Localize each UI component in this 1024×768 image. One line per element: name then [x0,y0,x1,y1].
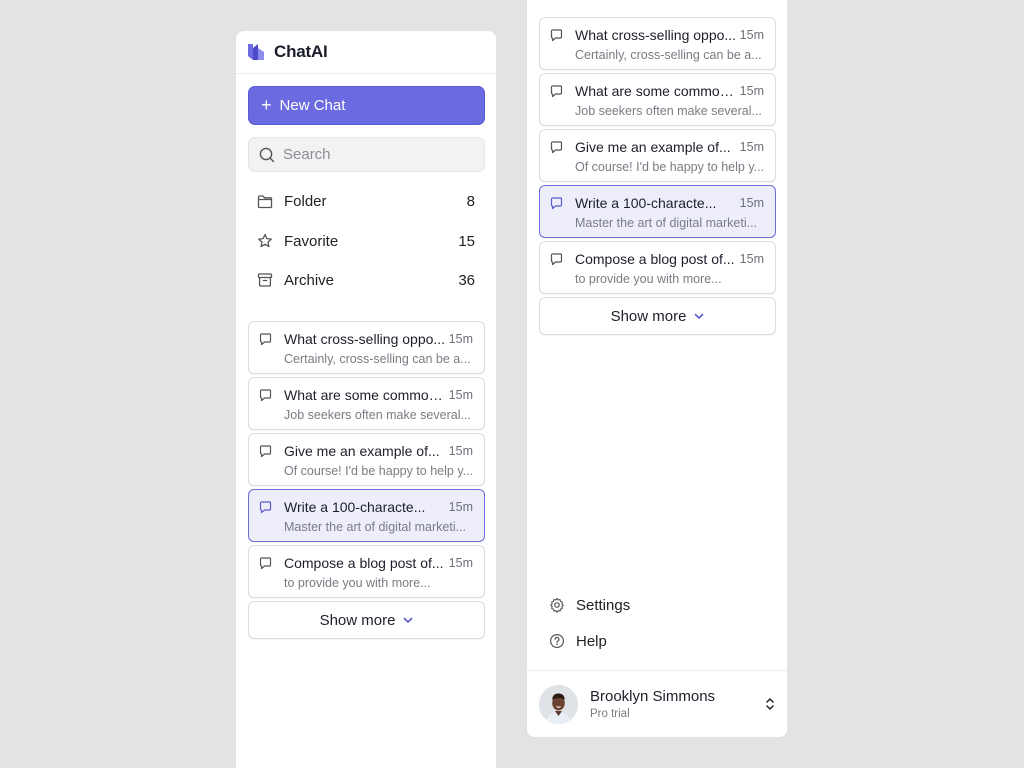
chevron-down-icon [404,617,413,623]
chat-list: What cross-selling oppo... 15m Certainly… [539,17,776,335]
nav-item-label: Favorite [284,232,339,250]
chat-time: 15m [739,140,764,154]
chat-time: 15m [448,500,473,514]
chat-item[interactable]: Compose a blog post of... 15m to provide… [539,241,776,294]
chat-time: 15m [739,252,764,266]
help-link[interactable]: Help [539,626,776,656]
chat-title: What are some common... [575,83,737,99]
user-info: Brooklyn Simmons Pro trial [590,688,765,720]
chat-item[interactable]: What cross-selling oppo... 15m Certainly… [248,321,485,374]
chat-bubble-icon [259,333,272,346]
sidebar-panel-bottom: What cross-selling oppo... 15m Certainly… [527,0,787,737]
chat-item[interactable]: What are some common... 15m Job seekers … [248,377,485,430]
search-input[interactable] [283,146,473,163]
nav-item-archive[interactable]: Archive 36 [248,264,485,296]
chat-item-active[interactable]: Write a 100-characte... 15m Master the a… [248,489,485,542]
show-more-label: Show more [319,611,396,629]
chat-title: Write a 100-characte... [575,195,717,211]
chat-bubble-icon [259,501,272,514]
chat-time: 15m [739,84,764,98]
star-icon [258,233,272,248]
nav-item-count: 36 [458,271,475,289]
chat-bubble-icon [550,29,563,42]
nav-item-count: 8 [466,192,475,210]
chat-snippet: Master the art of digital marketi... [284,520,467,534]
chat-title: Compose a blog post of... [284,555,444,571]
chat-time: 15m [739,28,764,42]
chat-snippet: Certainly, cross-selling can be a... [284,352,471,366]
sidebar-panel-top: ChatAI + New Chat Folder 8 Favorite 15 [236,31,496,768]
chat-item[interactable]: Compose a blog post of... 15m to provide… [248,545,485,598]
show-more-label: Show more [610,307,687,325]
chevron-down-icon [695,313,704,319]
chat-item[interactable]: Give me an example of... 15m Of course! … [248,433,485,486]
nav-item-favorite[interactable]: Favorite 15 [248,225,485,257]
show-more-button[interactable]: Show more [539,297,776,335]
search-icon [259,147,275,162]
chat-snippet: Job seekers often make several... [575,104,762,118]
nav-item-label: Archive [284,271,335,289]
chat-bubble-icon [259,389,272,402]
chat-item-active[interactable]: Write a 100-characte... 15m Master the a… [539,185,776,238]
search-box[interactable] [248,137,485,172]
chat-title: Give me an example of... [575,139,731,155]
chat-item[interactable]: Give me an example of... 15m Of course! … [539,129,776,182]
chat-title: What cross-selling oppo... [575,27,737,43]
chat-time: 15m [739,196,764,210]
help-label: Help [576,632,607,650]
settings-link[interactable]: Settings [539,590,776,620]
app-name: ChatAI [274,42,328,61]
chatai-logo-icon [248,44,264,60]
chat-title: Write a 100-characte... [284,499,426,515]
chat-item[interactable]: What are some common... 15m Job seekers … [539,73,776,126]
chat-time: 15m [448,388,473,402]
chat-bubble-icon [550,141,563,154]
user-profile-switcher[interactable]: Brooklyn Simmons Pro trial [527,670,787,737]
chat-snippet: to provide you with more... [575,272,722,286]
folder-icon [257,194,273,208]
chat-bubble-icon [259,445,272,458]
chat-title: Compose a blog post of... [575,251,735,267]
chat-title: What are some common... [284,387,446,403]
user-plan: Pro trial [590,708,630,720]
help-circle-icon [549,633,565,649]
chat-bubble-icon [550,253,563,266]
chat-time: 15m [448,444,473,458]
settings-label: Settings [576,596,631,614]
chat-list: What cross-selling oppo... 15m Certainly… [248,321,485,639]
chat-bubble-icon [550,85,563,98]
show-more-button[interactable]: Show more [248,601,485,639]
chat-time: 15m [448,332,473,346]
chat-bubble-icon [259,557,272,570]
nav-item-label: Folder [284,192,327,210]
archive-icon [257,273,273,287]
chat-item[interactable]: What cross-selling oppo... 15m Certainly… [539,17,776,70]
new-chat-label: New Chat [279,97,346,114]
nav-item-count: 15 [458,232,475,250]
user-name: Brooklyn Simmons [590,688,716,705]
chat-snippet: to provide you with more... [284,576,431,590]
new-chat-button[interactable]: + New Chat [248,86,485,125]
chat-bubble-icon [550,197,563,210]
plus-icon: + [261,94,272,115]
chat-snippet: Of course! I'd be happy to help y... [575,160,765,174]
nav-item-folder[interactable]: Folder 8 [248,185,485,217]
chat-snippet: Of course! I'd be happy to help y... [284,464,474,478]
sidebar-header: ChatAI [236,31,496,74]
chevron-up-down-icon[interactable] [765,696,775,712]
chat-time: 15m [448,556,473,570]
chat-snippet: Job seekers often make several... [284,408,471,422]
chat-snippet: Master the art of digital marketi... [575,216,758,230]
gear-icon [550,597,564,613]
chat-title: What cross-selling oppo... [284,331,446,347]
chat-snippet: Certainly, cross-selling can be a... [575,48,762,62]
chat-title: Give me an example of... [284,443,440,459]
avatar [539,684,578,724]
